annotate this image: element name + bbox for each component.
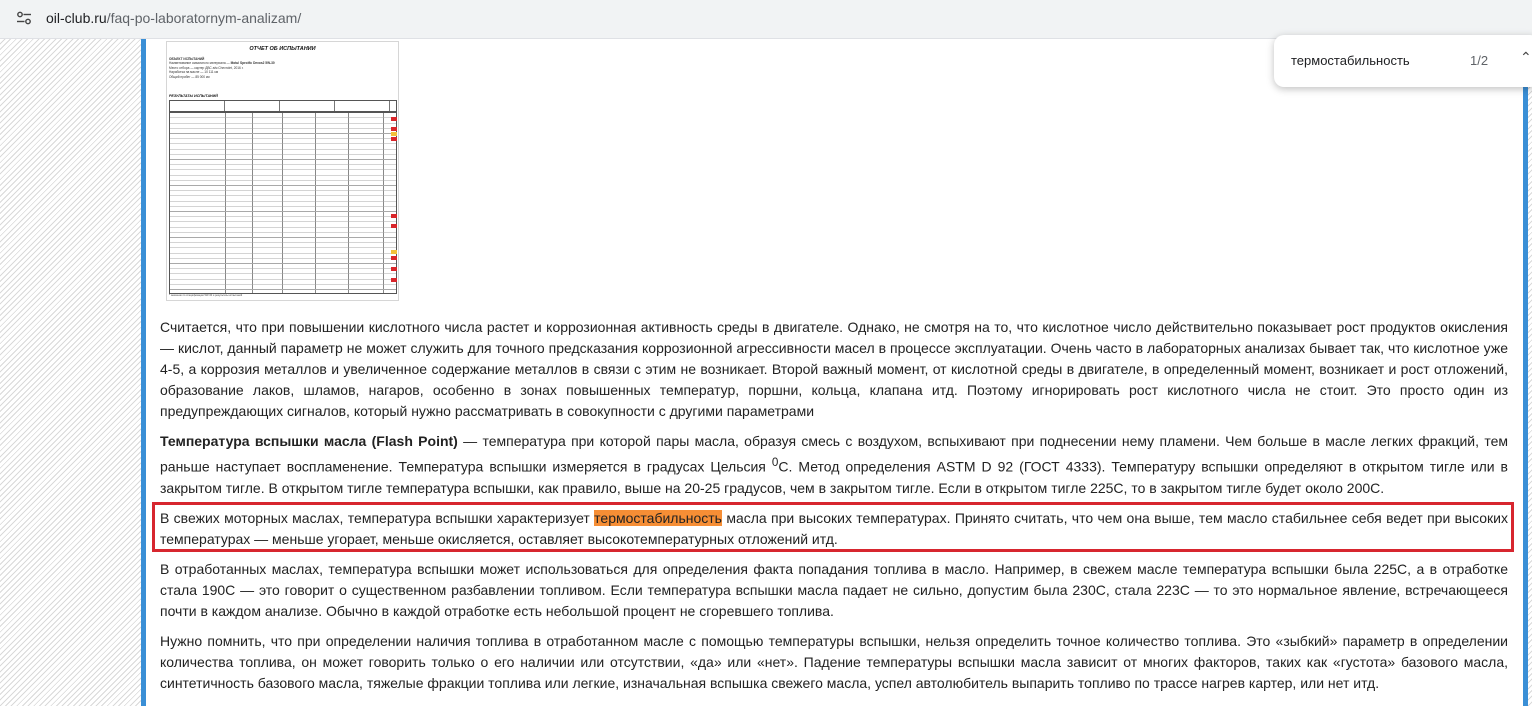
url-text[interactable]: oil-club.ru/faq-po-laboratornym-analizam… <box>46 10 301 26</box>
search-match-highlight: термостабильность <box>594 509 722 526</box>
lab-report-image[interactable]: ОТЧЕТ ОБ ИСПЫТАНИИ ОБЪЕКТ ИСПЫТАНИЙ Наим… <box>166 41 399 301</box>
content-border-right <box>1523 39 1528 706</box>
chevron-up-icon[interactable]: ⌃ <box>1520 49 1532 66</box>
browser-toolbar: oil-club.ru/faq-po-laboratornym-analizam… <box>0 0 1532 39</box>
highlighted-section: В свежих моторных маслах, температура вс… <box>152 501 1514 552</box>
flash-point-heading: Температура вспышки масла (Flash Point) <box>160 433 458 449</box>
report-flag-red <box>391 267 397 271</box>
report-flag-yellow <box>391 250 397 254</box>
article-body: Считается, что при повышении кислотного … <box>152 317 1514 703</box>
report-title: ОТЧЕТ ОБ ИСПЫТАНИИ <box>249 46 316 52</box>
report-meta-line: Общий пробег — 85 000 км <box>169 74 210 79</box>
report-footer: * значение по спецификации 5W-30 и резул… <box>169 294 243 297</box>
url-host: oil-club.ru <box>46 10 107 26</box>
report-results-label: РЕЗУЛЬТАТЫ ИСПЫТАНИЙ <box>169 94 218 98</box>
article-content: ОТЧЕТ ОБ ИСПЫТАНИИ ОБЪЕКТ ИСПЫТАНИЙ Наим… <box>146 39 1523 706</box>
paragraph-thermostability: В свежих моторных маслах, температура вс… <box>160 508 1508 550</box>
thermostability-text: В свежих моторных маслах, температура вс… <box>160 509 595 526</box>
site-settings-icon[interactable] <box>16 11 32 25</box>
report-meta: ОБЪЕКТ ИСПЫТАНИЙ Наименование смазочного… <box>169 57 397 79</box>
report-product-label: Наименование смазочного материала <box>169 61 226 66</box>
page-background-left <box>0 39 141 706</box>
find-result-count: 1/2 <box>1470 53 1489 68</box>
find-input[interactable]: термостабильность <box>1291 53 1410 68</box>
report-table-header <box>169 100 397 112</box>
find-in-page-bar: термостабильность 1/2 ⌃ <box>1274 35 1532 87</box>
page-background-right <box>1528 39 1532 706</box>
paragraph-used-oil: В отработанных маслах, температура вспыш… <box>160 560 1508 619</box>
report-flag-red <box>391 137 397 141</box>
report-flag-red <box>391 256 397 260</box>
address-bar[interactable]: oil-club.ru/faq-po-laboratornym-analizam… <box>6 3 1526 33</box>
report-product-value: Motul Specific Dexos2 5W-30 <box>230 61 275 66</box>
paragraph-fuel-detection: Нужно помнить, что при определении налич… <box>160 632 1508 691</box>
report-flag-red <box>391 224 397 228</box>
url-path: /faq-po-laboratornym-analizam/ <box>106 10 302 26</box>
paragraph-flash-point: Температура вспышки масла (Flash Point) … <box>160 431 1508 499</box>
report-flag-red <box>391 117 397 121</box>
paragraph-acid-number: Считается, что при повышении кислотного … <box>160 319 1508 419</box>
report-flag-red <box>391 214 397 218</box>
report-object-label: ОБЪЕКТ ИСПЫТАНИЙ <box>169 57 205 61</box>
report-table <box>169 112 397 294</box>
report-flag-red <box>391 127 397 131</box>
report-flag-yellow <box>391 132 397 136</box>
report-flag-red <box>391 278 397 282</box>
